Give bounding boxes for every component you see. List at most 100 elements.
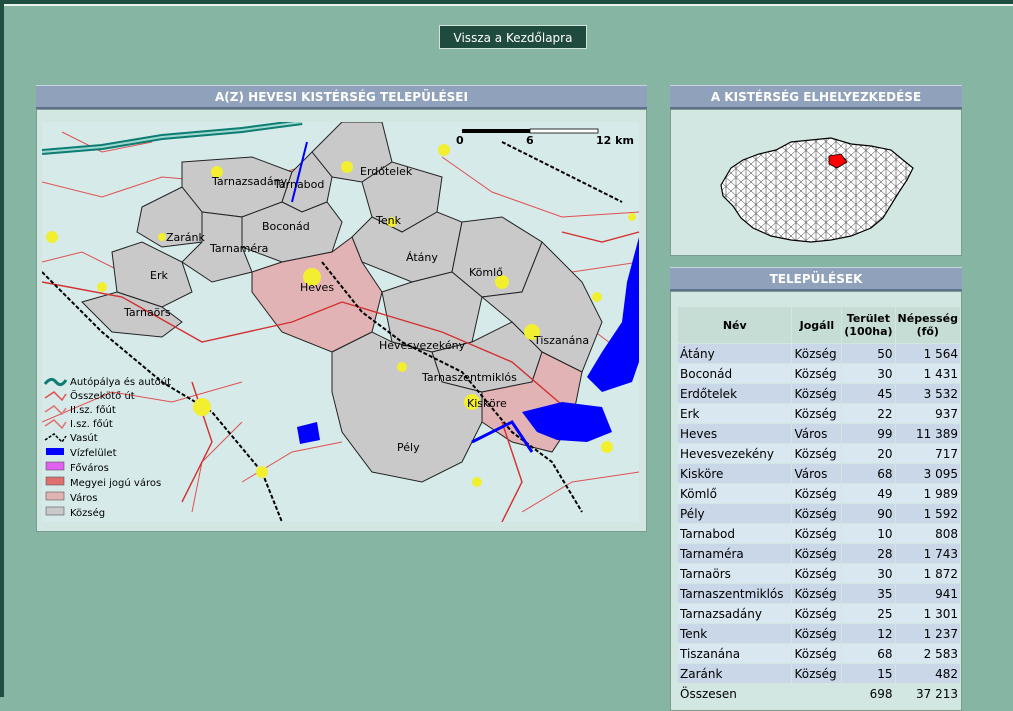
place-label: Heves (300, 281, 334, 294)
settlement-area: 30 (842, 564, 895, 583)
settlement-name: Hevesvezekény (678, 444, 792, 463)
settlement-population: 717 (895, 444, 960, 463)
settlement-area: 49 (842, 484, 895, 503)
settlement-status: Község (792, 524, 842, 543)
settlement-row: Tenk Község 12 1 237 (678, 624, 960, 643)
settlement-name: Tarnabod (678, 524, 792, 543)
settlement-status: Község (792, 664, 842, 683)
settlement-area: 68 (842, 464, 895, 483)
hungary-location-map (720, 137, 914, 243)
settlement-row: Erdőtelek Község 45 3 532 (678, 384, 960, 403)
settlement-name: Pély (678, 504, 792, 523)
back-to-home-button[interactable]: Vissza a Kezdőlapra (439, 25, 587, 49)
legend-item: Vízfelület (70, 447, 117, 459)
settlement-status: Község (792, 344, 842, 363)
location-panel-title: A KISTÉRSÉG ELHELYEZKEDÉSE (670, 85, 962, 109)
settlement-population: 1 743 (895, 544, 960, 563)
settlement-row: Tarnaörs Község 30 1 872 (678, 564, 960, 583)
subregion-map: 0 6 12 km Erdőtelek Tarnazsadány Tarnabo… (42, 122, 639, 522)
settlement-row: Tarnazsadány Község 25 1 301 (678, 604, 960, 623)
place-label: Tenk (375, 214, 402, 227)
column-header-name: Név (678, 307, 792, 343)
settlement-name: Tarnazsadány (678, 604, 792, 623)
settlements-panel: Név Jogáll Terület (100ha) Népesség (fő)… (670, 291, 962, 711)
legend-item: Vasút (70, 432, 98, 444)
place-label: Átány (406, 251, 438, 264)
place-label: Tarnabod (273, 178, 324, 191)
map-panel: 0 6 12 km Erdőtelek Tarnazsadány Tarnabo… (36, 109, 647, 532)
settlement-status: Város (792, 424, 842, 443)
column-header-status: Jogáll (792, 307, 842, 343)
settlement-area: 68 (842, 644, 895, 663)
place-label: Boconád (262, 220, 310, 233)
settlement-status: Község (792, 564, 842, 583)
settlement-name: Boconád (678, 364, 792, 383)
settlement-status: Község (792, 404, 842, 423)
settlement-name: Erdőtelek (678, 384, 792, 403)
settlement-row: Hevesvezekény Község 20 717 (678, 444, 960, 463)
legend-item: Autópálya és autóút (70, 376, 171, 388)
settlement-name: Tarnaörs (678, 564, 792, 583)
settlement-area: 25 (842, 604, 895, 623)
settlement-population: 941 (895, 584, 960, 603)
settlement-name: Átány (678, 344, 792, 363)
place-label: Tarnaörs (123, 306, 171, 319)
settlement-area: 45 (842, 384, 895, 403)
settlement-status: Község (792, 504, 842, 523)
map-panel-title: A(Z) HEVESI KISTÉRSÉG TELEPÜLÉSEI (36, 85, 647, 109)
settlement-name: Tenk (678, 624, 792, 643)
settlement-row: Tarnaszentmiklós Község 35 941 (678, 584, 960, 603)
settlement-row: Boconád Község 30 1 431 (678, 364, 960, 383)
settlement-population: 482 (895, 664, 960, 683)
settlement-row: Átány Község 50 1 564 (678, 344, 960, 363)
place-label: Tiszanána (533, 334, 589, 347)
settlement-population: 2 583 (895, 644, 960, 663)
legend-item: Főváros (70, 462, 109, 474)
settlement-population: 1 592 (895, 504, 960, 523)
settlement-name: Kömlő (678, 484, 792, 503)
settlement-row: Zaránk Község 15 482 (678, 664, 960, 683)
legend-item: I.sz. főút (70, 418, 113, 430)
settlement-population: 808 (895, 524, 960, 543)
settlement-name: Tiszanána (678, 644, 792, 663)
settlement-population: 3 532 (895, 384, 960, 403)
settlements-table: Név Jogáll Terület (100ha) Népesség (fő)… (677, 306, 961, 704)
settlement-area: 30 (842, 364, 895, 383)
settlement-status: Község (792, 544, 842, 563)
settlement-name: Erk (678, 404, 792, 423)
settlement-status: Község (792, 444, 842, 463)
settlement-row: Erk Község 22 937 (678, 404, 960, 423)
place-label: Erk (150, 269, 168, 282)
place-label: Tarnaszentmiklós (421, 371, 517, 384)
settlement-name: Zaránk (678, 664, 792, 683)
place-label: Zaránk (166, 231, 206, 244)
settlement-name: Tarnaméra (678, 544, 792, 563)
settlement-population: 1 237 (895, 624, 960, 643)
settlement-status: Község (792, 364, 842, 383)
settlement-row: Tarnabod Község 10 808 (678, 524, 960, 543)
settlement-population: 11 389 (895, 424, 960, 443)
top-border-line (4, 4, 1013, 6)
settlement-row: Heves Város 99 11 389 (678, 424, 960, 443)
settlement-population: 1 564 (895, 344, 960, 363)
legend-item: Község (70, 507, 105, 519)
column-header-population: Népesség (fő) (895, 307, 960, 343)
settlement-area: 90 (842, 504, 895, 523)
legend-item: Város (70, 492, 97, 504)
settlement-population: 1 301 (895, 604, 960, 623)
settlement-area: 99 (842, 424, 895, 443)
settlement-row: Pély Község 90 1 592 (678, 504, 960, 523)
settlement-name: Kisköre (678, 464, 792, 483)
place-label: Kömlő (469, 266, 503, 279)
legend-item: II.sz. főút (70, 404, 116, 416)
place-label: Hevesvezekény (379, 339, 466, 352)
settlement-population: 1 431 (895, 364, 960, 383)
settlement-status: Község (792, 584, 842, 603)
settlement-area: 10 (842, 524, 895, 543)
settlement-name: Tarnaszentmiklós (678, 584, 792, 603)
settlement-population: 1 989 (895, 484, 960, 503)
settlement-area: 12 (842, 624, 895, 643)
settlement-name: Heves (678, 424, 792, 443)
settlement-status: Község (792, 644, 842, 663)
total-population: 37 213 (895, 684, 960, 703)
